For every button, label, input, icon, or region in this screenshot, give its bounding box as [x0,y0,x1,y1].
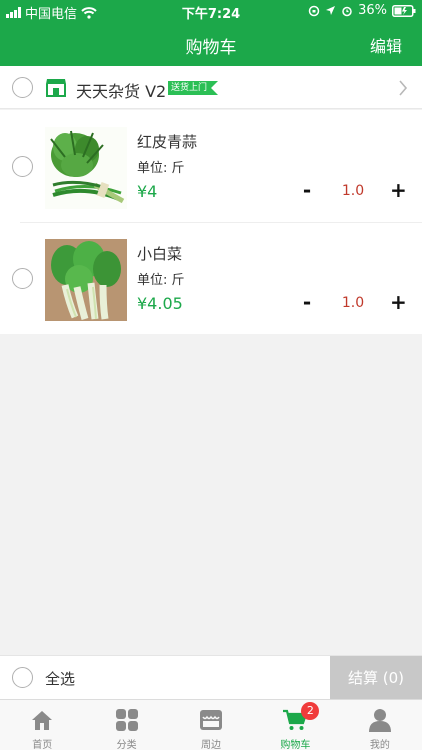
product-image-garlic-sprouts[interactable] [45,127,127,209]
category-grid-icon [115,709,138,731]
tab-label: 首页 [32,740,53,750]
checkout-button[interactable]: 结算 (0) [330,656,422,700]
store-icon [46,79,66,97]
item-select-radio[interactable] [12,268,33,289]
increase-quantity-button[interactable]: + [390,290,407,314]
product-name: 红皮青蒜 [137,133,198,151]
chevron-right-icon[interactable] [398,80,408,96]
product-price: ¥4 [137,182,158,201]
status-right: 36% [308,3,416,18]
cart-item: 红皮青蒜 单位: 斤 ¥4 - 1.0 + [0,110,422,222]
home-icon [32,711,53,730]
product-image-bok-choy[interactable] [45,239,127,321]
nav-bar: 购物车 编辑 [0,22,422,66]
cart-footer: 全选 结算 (0) [0,655,422,700]
tab-label: 周边 [201,740,222,750]
item-divider [20,222,422,223]
alarm-icon [342,6,352,16]
battery-icon [392,4,416,17]
tab-home[interactable]: 首页 [0,700,84,750]
product-unit: 单位: 斤 [137,161,185,176]
product-unit: 单位: 斤 [137,273,185,288]
store-row[interactable]: 天天杂货 V2 送货上门 [0,66,422,109]
store-name: 天天杂货 V2 [76,82,167,101]
tab-bar: 首页 分类 周边 2 购物车 我的 [0,699,422,750]
cart-item: 小白菜 单位: 斤 ¥4.05 - 1.0 + [0,222,422,334]
battery-percent: 36% [358,3,387,18]
delivery-badge: 送货上门 [168,81,219,95]
rotation-lock-icon [308,5,320,16]
decrease-quantity-button[interactable]: - [300,290,314,314]
tab-label: 分类 [116,740,137,750]
edit-button[interactable]: 编辑 [370,33,402,57]
select-all-label[interactable]: 全选 [45,668,75,689]
tab-category[interactable]: 分类 [84,700,168,750]
product-name: 小白菜 [137,245,183,263]
status-bar: 中国电信 下午7:24 36% [0,0,422,22]
cart-count-badge: 2 [301,702,320,720]
quantity-value[interactable]: 1.0 [336,295,370,311]
item-select-radio[interactable] [12,156,33,177]
store-select-radio[interactable] [12,77,33,98]
tab-cart[interactable]: 2 购物车 [253,700,337,750]
profile-icon [368,709,391,732]
page-title: 购物车 [185,38,237,58]
location-icon [326,6,336,15]
increase-quantity-button[interactable]: + [390,178,407,202]
tab-label: 我的 [369,740,390,750]
tab-label: 购物车 [280,740,311,750]
decrease-quantity-button[interactable]: - [300,178,314,202]
tab-nearby[interactable]: 周边 [169,700,253,750]
quantity-value[interactable]: 1.0 [336,183,370,199]
nearby-store-icon [200,710,223,730]
product-price: ¥4.05 [137,294,183,313]
tab-profile[interactable]: 我的 [338,700,422,750]
select-all-radio[interactable] [12,667,33,688]
